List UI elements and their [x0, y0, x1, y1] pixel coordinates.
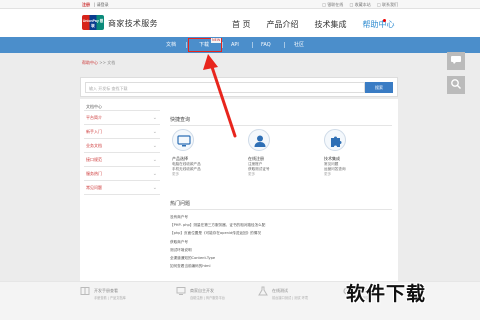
sidebar-title: 文档中心 — [84, 103, 160, 111]
footer-title: 在线测试 — [272, 288, 288, 293]
chat-icon — [451, 56, 461, 64]
new-badge: NEW — [211, 38, 222, 43]
breadcrumb-sep: >> — [98, 60, 108, 65]
sidebar-item-services[interactable]: 服务热门 ⌄ — [84, 167, 160, 181]
search-icon — [451, 79, 461, 89]
breadcrumb-current: 文档 — [107, 60, 116, 65]
subnav-faq[interactable]: FAQ — [261, 37, 271, 53]
user-icon[interactable] — [248, 129, 270, 151]
notification-dot — [383, 19, 386, 22]
utility-link[interactable]: □ 联系我们 — [377, 2, 398, 7]
puzzle-icon[interactable] — [324, 129, 346, 151]
sidebar-item-label: 新手入门 — [86, 129, 102, 134]
sidebar-item-faq[interactable]: 常见问题 ⌄ — [84, 181, 160, 195]
chevron-down-icon: ⌄ — [152, 129, 157, 135]
chevron-down-icon: ⌄ — [152, 171, 157, 177]
more-link[interactable]: 更多 — [248, 172, 312, 177]
divider — [186, 42, 187, 48]
subnav-docs[interactable]: 文档 — [166, 37, 176, 53]
watermark-text: 软件下载 — [346, 283, 427, 305]
nav-integration[interactable]: 技术集成 — [315, 19, 347, 30]
logo-text: UnionPay 银联 — [82, 19, 104, 28]
list-item[interactable]: 如何查看当前编码的html — [170, 262, 265, 270]
sidebar-item-label: 平台简介 — [86, 115, 102, 120]
register-link[interactable]: 注册 — [82, 2, 90, 7]
sidebar-item-label: 接口规范 — [86, 157, 102, 162]
list-item[interactable]: 测试环境说明 — [170, 246, 265, 254]
footer-desc: 前台接口测试 | 测试 环境 — [272, 296, 308, 300]
divider — [170, 209, 392, 210]
divider — [284, 42, 285, 48]
sidebar-item-platform[interactable]: 平台简介 ⌄ — [84, 111, 160, 125]
flask-icon — [258, 286, 268, 296]
monitor-icon[interactable] — [172, 129, 194, 151]
utility-links: □ 银联在线 □ 收藏本站 □ 联系我们 — [317, 0, 398, 9]
quick-query-integration: 技术集成 常见问题 运营问答查询 更多 — [324, 129, 388, 178]
divider — [170, 125, 392, 126]
list-item[interactable]: 全渠道通知的Content-Type — [170, 254, 265, 262]
subnav-api[interactable]: API — [231, 37, 239, 53]
search-tool-button[interactable] — [447, 76, 465, 94]
sub-nav: 文档 下载 API FAQ 社区 输入关键字查找 — [0, 37, 480, 86]
more-link[interactable]: 更多 — [324, 172, 388, 177]
subnav-community[interactable]: 社区 — [294, 37, 304, 53]
sidebar-item-business-docs[interactable]: 业务文档 ⌄ — [84, 139, 160, 153]
hot-questions-title: 热门问题 — [170, 201, 191, 207]
quick-query-products: 产品选择 电脑在线收款产品 手机无线收款产品 更多 — [172, 129, 236, 178]
chevron-down-icon: ⌄ — [152, 157, 157, 163]
footer-title: 开发手册查看 — [94, 288, 118, 293]
more-link[interactable]: 更多 — [172, 172, 236, 177]
breadcrumb-home[interactable]: 帮助中心 — [82, 60, 98, 65]
doc-sidebar: 文档中心 平台简介 ⌄ 新手入门 ⌄ 业务文档 ⌄ 接口规范 ⌄ 服务热门 ⌄ 常见问题 ⌄ — [84, 103, 160, 195]
top-utility-bar: 注册 | 请登录 □ 银联在线 □ 收藏本站 □ 联系我们 — [0, 0, 480, 9]
chat-tool-button[interactable] — [447, 52, 465, 70]
footer-title: 商家自主开发 — [190, 288, 214, 293]
login-link[interactable]: | 请登录 — [94, 2, 109, 7]
login-links: 注册 | 请登录 — [82, 0, 109, 9]
hot-questions-list: 没有商户号 【PHP- php】测量在第三方服务器，证书的相对路径怎么配 【ph… — [170, 213, 265, 270]
nav-home[interactable]: 首 页 — [232, 19, 251, 30]
quick-query-register: 在线注册 注册账户 获取测试证号 更多 — [248, 129, 312, 178]
sidebar-item-label: 常见问题 — [86, 185, 102, 190]
list-item[interactable]: 没有商户号 — [170, 213, 265, 221]
site-name[interactable]: 商家技术服务 — [108, 18, 158, 29]
monitor-icon — [176, 287, 186, 295]
breadcrumb: 帮助中心 >> 文档 — [82, 60, 115, 66]
sidebar-item-label: 服务热门 — [86, 171, 102, 176]
nav-products[interactable]: 产品介绍 — [267, 19, 299, 30]
quick-query-title: 快捷查询 — [170, 117, 191, 123]
doc-search-band: 输入 开发标 查找下载 搜索 — [80, 77, 398, 97]
chevron-down-icon: ⌄ — [152, 185, 157, 191]
doc-search-input[interactable]: 输入 开发标 查找下载 — [85, 82, 365, 93]
footer-desc: 手册查看 | 产品文档库 — [94, 296, 126, 300]
footer-desc: 自助注册 | 商户服务平台 — [190, 296, 225, 300]
utility-link[interactable]: □ 银联在线 — [322, 2, 343, 7]
utility-link[interactable]: □ 收藏本站 — [350, 2, 371, 7]
book-icon — [80, 287, 90, 295]
chevron-down-icon: ⌄ — [152, 115, 157, 121]
unionpay-logo[interactable]: UnionPay 银联 — [82, 15, 104, 30]
site-header: UnionPay 银联 商家技术服务 首 页 产品介绍 技术集成 帮助中心 — [0, 9, 480, 37]
divider — [252, 42, 253, 48]
sidebar-item-api-spec[interactable]: 接口规范 ⌄ — [84, 153, 160, 167]
divider — [222, 42, 223, 48]
list-item[interactable]: 【PHP- php】测量在第三方服务器，证书的相对路径怎么配 — [170, 221, 265, 229]
search-button[interactable]: 搜索 — [365, 82, 393, 93]
chevron-down-icon: ⌄ — [152, 143, 157, 149]
nav-help-center[interactable]: 帮助中心 — [363, 19, 395, 30]
sidebar-item-getting-started[interactable]: 新手入门 ⌄ — [84, 125, 160, 139]
list-item[interactable]: 获取商户号 — [170, 238, 265, 246]
sidebar-item-label: 业务文档 — [86, 143, 102, 148]
list-item[interactable]: 【php】页面位置是《可能存在openid传送返回》的情况 — [170, 229, 265, 237]
